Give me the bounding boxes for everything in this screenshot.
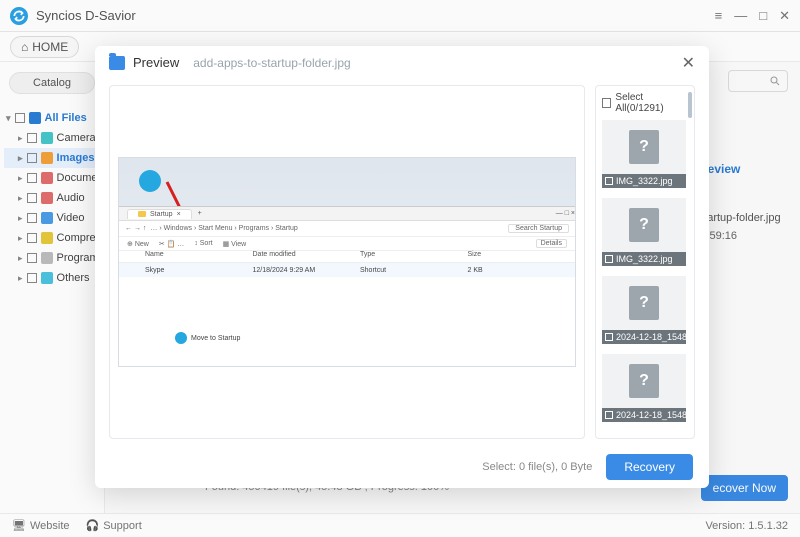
checkbox[interactable] [605,177,613,185]
checkbox[interactable] [605,333,613,341]
image-placeholder-icon: ? [629,208,659,242]
scrollbar[interactable] [688,92,692,118]
checkbox[interactable] [605,411,613,419]
thumb-label: IMG_3322.jpg [616,176,673,186]
select-all-label: Select All(0/1291) [615,92,688,114]
thumbnail[interactable]: ? IMG_3322.jpg [602,120,686,188]
breadcrumb: … › Windows › Start Menu › Programs › St… [150,225,297,232]
thumb-label: IMG_3322.jpg [616,254,673,264]
explorer-tab: Startup [150,211,173,218]
preview-modal: Preview add-apps-to-startup-folder.jpg ✕… [95,46,709,488]
modal-close-button[interactable]: ✕ [682,53,695,73]
folder-icon [109,56,125,70]
checkbox[interactable] [602,98,611,108]
preview-pane: Startup×+— □ × ← → ↑ … › Windows › Start… [109,85,585,439]
col-date: Date modified [253,251,361,262]
app-icon-in-image [139,170,161,192]
explorer-search: Search Startup [508,224,569,233]
recovery-button[interactable]: Recovery [606,454,693,480]
thumbnail[interactable]: ? 2024-12-18_1548… [602,276,686,344]
modal-title: Preview [133,55,179,70]
file-row: Skype 12/18/2024 9:29 AM Shortcut 2 KB [119,263,575,277]
move-label: Move to Startup [175,332,240,344]
image-placeholder-icon: ? [629,364,659,398]
selection-status: Select: 0 file(s), 0 Byte [482,461,592,473]
preview-image: Startup×+— □ × ← → ↑ … › Windows › Start… [118,157,576,367]
image-placeholder-icon: ? [629,286,659,320]
thumb-label: 2024-12-18_1548… [616,332,686,342]
folder-icon [138,211,146,217]
modal-filename: add-apps-to-startup-folder.jpg [193,56,350,70]
thumb-label: 2024-12-18_1548… [616,410,686,420]
thumbnail[interactable]: ? 2024-12-18_1548… [602,354,686,422]
modal-footer: Select: 0 file(s), 0 Byte Recovery [95,445,709,488]
col-size: Size [468,251,576,262]
checkbox[interactable] [605,255,613,263]
col-type: Type [360,251,468,262]
col-name: Name [145,251,253,262]
thumbnail-list[interactable]: Select All(0/1291) ? IMG_3322.jpg? IMG_332… [595,85,695,439]
image-placeholder-icon: ? [629,130,659,164]
select-all[interactable]: Select All(0/1291) [602,92,688,114]
thumbnail[interactable]: ? IMG_3322.jpg [602,198,686,266]
modal-header: Preview add-apps-to-startup-folder.jpg ✕ [95,46,709,79]
